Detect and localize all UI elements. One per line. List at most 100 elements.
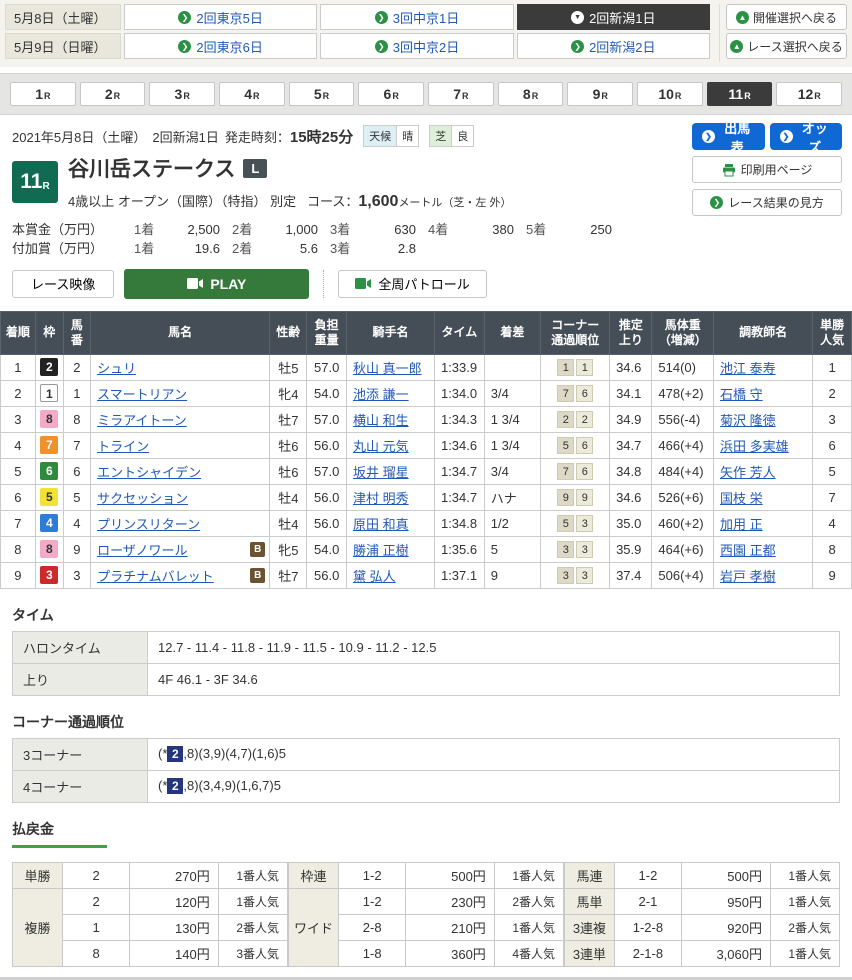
race-tab-3r[interactable]: 3R xyxy=(149,82,215,106)
jockey-link[interactable]: 黛 弘人 xyxy=(353,569,396,584)
meeting-link-niigata2[interactable]: ❯2回新潟2日 xyxy=(517,33,710,59)
print-page-button[interactable]: 印刷用ページ xyxy=(692,156,842,183)
exacta-label: 馬単 xyxy=(565,888,615,914)
jockey-link[interactable]: 坂井 瑠星 xyxy=(353,465,409,480)
trainer-link[interactable]: 池江 泰寿 xyxy=(720,361,776,376)
bodyweight: 478(+2) xyxy=(652,380,714,406)
race-tab-5r[interactable]: 5R xyxy=(289,82,355,106)
col-sex-age: 性齢 xyxy=(270,311,307,354)
horse-name-link[interactable]: ミラアイトーン xyxy=(97,410,187,429)
horse-name-cell: サクセッション xyxy=(91,484,270,510)
horse-name-link[interactable]: スマートリアン xyxy=(97,384,187,403)
frame-number: 6 xyxy=(40,462,58,480)
going-box: 芝良 xyxy=(429,125,474,147)
jockey-link[interactable]: 丸山 元気 xyxy=(353,439,409,454)
bodyweight: 464(+6) xyxy=(652,536,714,562)
corner4-label: 4コーナー xyxy=(13,770,148,802)
race-tab-7r[interactable]: 7R xyxy=(428,82,494,106)
margin: 3/4 xyxy=(484,380,540,406)
trainer-link[interactable]: 矢作 芳人 xyxy=(720,465,776,480)
race-tab-1r[interactable]: 1R xyxy=(10,82,76,106)
horse-name-link[interactable]: シュリ xyxy=(97,358,136,377)
corner3-label: 3コーナー xyxy=(13,738,148,770)
meeting-link-tokyo6[interactable]: ❯2回東京6日 xyxy=(124,33,317,59)
frame-cell: 5 xyxy=(35,484,63,510)
odds-button[interactable]: ❯オッズ xyxy=(770,123,843,150)
jockey-link[interactable]: 津村 明秀 xyxy=(353,491,409,506)
last3f: 34.1 xyxy=(610,380,652,406)
frame-number: 7 xyxy=(40,436,58,454)
horse-name-link[interactable]: ローザノワール xyxy=(97,540,187,559)
how-to-read-results-button[interactable]: ❯レース結果の見方 xyxy=(692,189,842,216)
play-video-button[interactable]: PLAY xyxy=(124,269,309,299)
date-text: 5月9日（日曜） xyxy=(14,37,106,56)
horse-name-link[interactable]: エントシャイデン xyxy=(97,462,201,481)
trainer-link[interactable]: 加用 正 xyxy=(720,517,763,532)
finish-position: 6 xyxy=(1,484,36,510)
margin: 9 xyxy=(484,562,540,588)
horse-name-link[interactable]: プリンスリターン xyxy=(97,514,200,533)
trainer-cell: 加用 正 xyxy=(714,510,813,536)
finish-position: 1 xyxy=(1,354,36,380)
last3f: 34.7 xyxy=(610,432,652,458)
jockey-link[interactable]: 池添 謙一 xyxy=(353,387,409,402)
col-corner-order: コーナー 通過順位 xyxy=(541,311,610,354)
race-tab-11r-selected[interactable]: 11R xyxy=(707,82,773,106)
meeting-link-chukyo1[interactable]: ❯3回中京1日 xyxy=(320,4,513,30)
weight-carried: 57.0 xyxy=(307,458,347,484)
meeting-link-niigata1-selected[interactable]: ▼2回新潟1日 xyxy=(517,4,710,30)
trainer-link[interactable]: 浜田 多実雄 xyxy=(720,439,789,454)
jockey-link[interactable]: 勝浦 正樹 xyxy=(353,543,409,558)
horse-name-cell: プリンスリターン xyxy=(91,510,270,536)
sex-age: 牡7 xyxy=(270,562,307,588)
race-tab-8r[interactable]: 8R xyxy=(498,82,564,106)
leader-highlight: 2 xyxy=(167,778,183,794)
video-camera-icon xyxy=(355,278,371,289)
race-tab-9r[interactable]: 9R xyxy=(567,82,633,106)
horse-number: 7 xyxy=(63,432,90,458)
jockey-link[interactable]: 原田 和真 xyxy=(353,517,409,532)
race-tab-12r[interactable]: 12R xyxy=(776,82,842,106)
horse-number: 6 xyxy=(63,458,90,484)
going-value: 良 xyxy=(452,126,473,146)
corner-order-section: コーナー通過順位 3コーナー (*2,8)(3,9)(4,7)(1,6)5 4コ… xyxy=(0,712,852,803)
trainer-link[interactable]: 岩戸 孝樹 xyxy=(720,569,776,584)
trainer-cell: 国枝 栄 xyxy=(714,484,813,510)
race-tab-6r[interactable]: 6R xyxy=(358,82,424,106)
horse-name-link[interactable]: サクセッション xyxy=(97,488,188,507)
nav-row-sunday: 5月9日（日曜） ❯2回東京6日 ❯3回中京2日 ❯2回新潟2日 xyxy=(5,33,713,59)
patrol-video-button[interactable]: 全周パトロール xyxy=(338,270,486,298)
race-tab-10r[interactable]: 10R xyxy=(637,82,703,106)
horse-name-link[interactable]: プラチナムバレット xyxy=(97,566,214,585)
col-popularity: 単勝 人気 xyxy=(813,311,852,354)
trainer-link[interactable]: 国枝 栄 xyxy=(720,491,763,506)
wide-label: ワイド xyxy=(289,888,339,966)
weight-carried: 54.0 xyxy=(307,380,347,406)
weight-carried: 57.0 xyxy=(307,406,347,432)
horse-number: 8 xyxy=(63,406,90,432)
trainer-link[interactable]: 西園 正都 xyxy=(720,543,776,558)
time: 1:35.6 xyxy=(434,536,484,562)
back-to-meeting-select-button[interactable]: ▲開催選択へ戻る xyxy=(726,4,847,30)
back-to-race-select-button[interactable]: ▲レース選択へ戻る xyxy=(726,33,847,59)
jockey-cell: 黛 弘人 xyxy=(346,562,434,588)
last3f: 37.4 xyxy=(610,562,652,588)
trainer-link[interactable]: 菊沢 隆徳 xyxy=(720,413,776,428)
horse-name-link[interactable]: トライン xyxy=(97,436,149,455)
frame-cell: 7 xyxy=(35,432,63,458)
race-number-badge: 11R xyxy=(12,161,58,203)
col-horse-name: 馬名 xyxy=(91,311,270,354)
bodyweight: 460(+2) xyxy=(652,510,714,536)
meeting-link-chukyo2[interactable]: ❯3回中京2日 xyxy=(320,33,513,59)
jockey-link[interactable]: 秋山 真一郎 xyxy=(353,361,422,376)
time: 1:34.8 xyxy=(434,510,484,536)
shutsuba-button[interactable]: ❯出馬表 xyxy=(692,123,765,150)
meeting-link-tokyo5[interactable]: ❯2回東京5日 xyxy=(124,4,317,30)
weight-carried: 56.0 xyxy=(307,484,347,510)
jockey-link[interactable]: 横山 和生 xyxy=(353,413,409,428)
race-tab-4r[interactable]: 4R xyxy=(219,82,285,106)
jockey-cell: 津村 明秀 xyxy=(346,484,434,510)
margin: 1/2 xyxy=(484,510,540,536)
race-tab-2r[interactable]: 2R xyxy=(80,82,146,106)
trainer-link[interactable]: 石橋 守 xyxy=(720,387,763,402)
